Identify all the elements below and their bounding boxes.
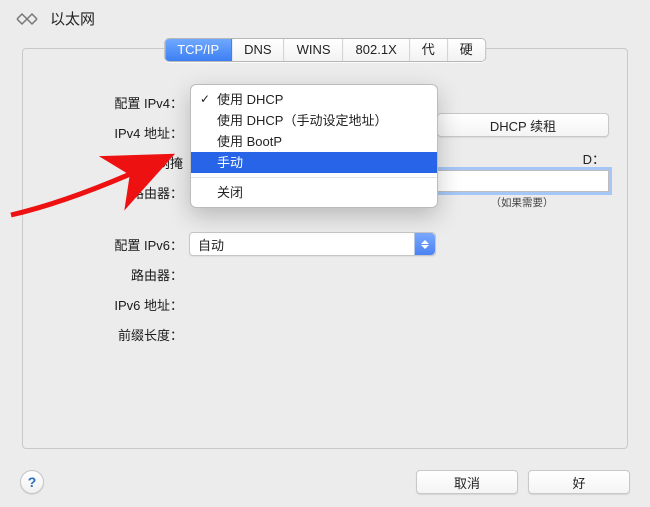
label-ipv6-address: IPv6 地址： — [23, 295, 189, 314]
footer: ? 取消 好 — [0, 457, 650, 507]
tab-bar: TCP/IP DNS WINS 802.1X 代理 硬件 — [164, 38, 486, 62]
dropdown-item-bootp[interactable]: 使用 BootP — [191, 131, 437, 152]
tab-8021x[interactable]: 802.1X — [344, 39, 410, 61]
label-prefix-length: 前缀长度： — [23, 325, 189, 344]
configure-ipv6-select[interactable]: 自动 — [189, 232, 436, 256]
dropdown-separator — [191, 177, 437, 178]
client-id-hint: （如果需要） — [437, 195, 607, 210]
label-subnet-mask: 子网掩 — [23, 153, 189, 172]
client-id-label: D： — [583, 152, 605, 167]
tab-hardware[interactable]: 硬件 — [448, 39, 485, 61]
tab-tcpip[interactable]: TCP/IP — [165, 39, 232, 61]
configure-ipv4-dropdown: 使用 DHCP 使用 DHCP（手动设定地址） 使用 BootP 手动 关闭 — [190, 84, 438, 208]
cancel-button[interactable]: 取消 — [416, 470, 518, 494]
dropdown-item-dhcp[interactable]: 使用 DHCP — [191, 89, 437, 110]
label-router: 路由器： — [23, 183, 189, 202]
dhcp-client-id-input[interactable] — [437, 170, 609, 192]
label-configure-ipv6: 配置 IPv6： — [23, 235, 189, 254]
tab-dns[interactable]: DNS — [232, 39, 284, 61]
chevron-up-down-icon — [414, 233, 435, 255]
ok-button[interactable]: 好 — [528, 470, 630, 494]
dropdown-item-dhcp-manual[interactable]: 使用 DHCP（手动设定地址） — [191, 110, 437, 131]
window-header: 以太网 — [0, 0, 650, 29]
tab-wins[interactable]: WINS — [285, 39, 344, 61]
tab-proxy[interactable]: 代理 — [410, 39, 448, 61]
settings-panel: TCP/IP DNS WINS 802.1X 代理 硬件 配置 IPv4： IP… — [22, 48, 628, 449]
label-configure-ipv4: 配置 IPv4： — [23, 93, 189, 112]
network-icon — [14, 9, 40, 29]
label-ipv4-address: IPv4 地址： — [23, 123, 189, 142]
dropdown-item-manual[interactable]: 手动 — [191, 152, 437, 173]
dropdown-item-off[interactable]: 关闭 — [191, 182, 437, 203]
window-title: 以太网 — [50, 8, 95, 29]
right-column: DHCP 续租 D： （如果需要） — [437, 113, 607, 210]
label-router-ipv6: 路由器： — [23, 265, 189, 284]
help-button[interactable]: ? — [20, 470, 44, 494]
dhcp-renew-button[interactable]: DHCP 续租 — [437, 113, 609, 137]
configure-ipv6-value: 自动 — [190, 235, 224, 254]
